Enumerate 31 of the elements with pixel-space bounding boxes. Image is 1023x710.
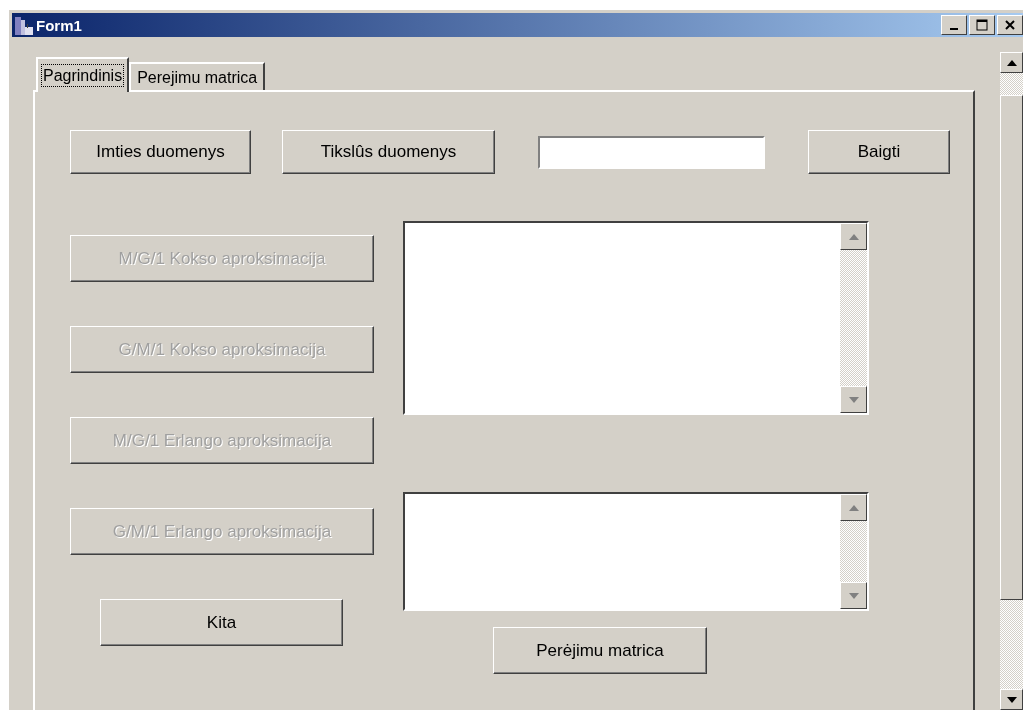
button[interactable]: Baigti (808, 130, 950, 174)
up-arrow-icon (1006, 59, 1017, 66)
down-arrow-icon (848, 396, 859, 403)
minimize-icon (950, 28, 958, 30)
up-arrow-icon (848, 233, 859, 240)
up-arrow-icon (848, 504, 859, 511)
close-icon (1004, 19, 1016, 31)
down-arrow-icon (1006, 696, 1017, 703)
scrollbar[interactable] (1000, 52, 1023, 710)
scroll-down-button[interactable] (1000, 689, 1023, 710)
text-field[interactable] (538, 135, 765, 169)
other-button[interactable]: Kita (100, 599, 343, 646)
button[interactable]: Tikslûs duomenys (282, 130, 495, 174)
scroll-up-button[interactable] (1000, 52, 1023, 73)
scroll-down-button[interactable] (840, 582, 867, 609)
window-title: Form1 (36, 16, 82, 34)
maximize-button[interactable] (969, 15, 995, 35)
button[interactable]: Imties duomenys (70, 130, 251, 174)
maximize-icon (976, 19, 988, 31)
text-area[interactable] (403, 492, 869, 611)
scroll-up-button[interactable] (840, 494, 867, 521)
scroll-up-button[interactable] (840, 223, 867, 250)
tab[interactable]: Perejimu matrica (129, 62, 266, 92)
buildings-icon (14, 15, 34, 35)
minimize-button[interactable] (941, 15, 967, 35)
down-arrow-icon (848, 592, 859, 599)
scroll-down-button[interactable] (840, 386, 867, 413)
transition-matrix-button[interactable]: Perėjimu matrica (493, 627, 707, 674)
scroll-thumb[interactable] (1000, 95, 1023, 600)
tab[interactable]: Pagrindinis (36, 57, 130, 92)
close-button[interactable] (997, 15, 1023, 35)
